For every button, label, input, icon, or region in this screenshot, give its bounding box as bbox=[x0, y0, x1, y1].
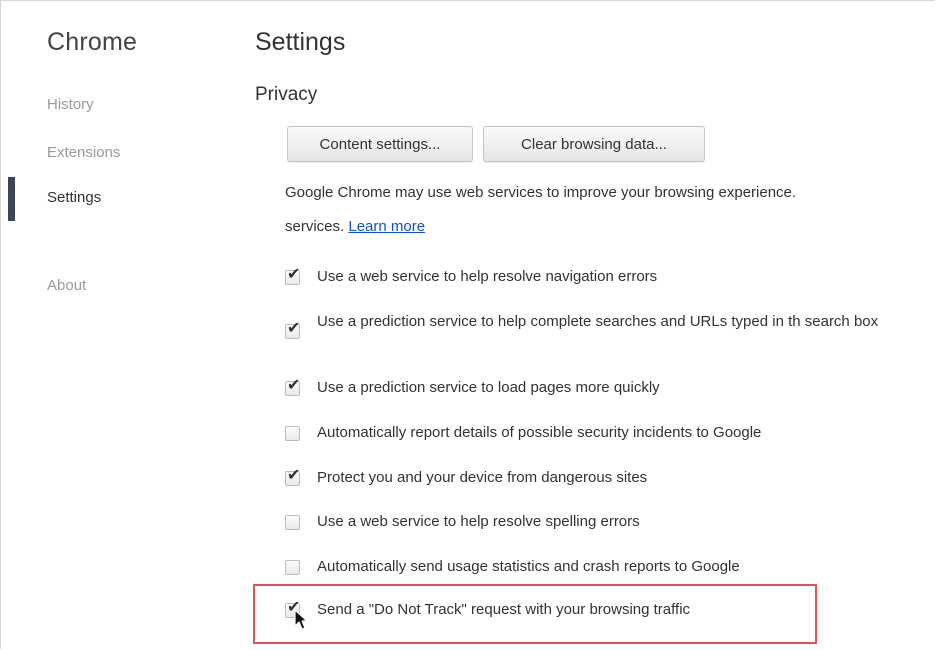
content-settings-button[interactable]: Content settings... bbox=[287, 126, 473, 162]
checkbox[interactable]: ✔ bbox=[285, 266, 300, 285]
sidebar: Chrome History Extensions Settings About bbox=[1, 1, 231, 649]
mouse-pointer-icon bbox=[294, 609, 308, 630]
clear-browsing-data-button[interactable]: Clear browsing data... bbox=[483, 126, 705, 162]
main-content: Settings Privacy Content settings... Cle… bbox=[255, 1, 935, 649]
checkbox[interactable] bbox=[285, 515, 300, 530]
option-label: Use a web service to help resolve naviga… bbox=[317, 268, 658, 285]
option-label: Protect you and your device from dangero… bbox=[317, 469, 648, 486]
checkbox[interactable]: ✔ bbox=[285, 320, 300, 339]
privacy-description: Google Chrome may use web services to im… bbox=[285, 184, 797, 201]
active-nav-indicator bbox=[8, 177, 15, 221]
settings-window: Chrome History Extensions Settings About… bbox=[0, 0, 935, 649]
highlight-box bbox=[253, 584, 817, 644]
sidebar-item-extensions[interactable]: Extensions bbox=[47, 144, 120, 161]
checkmark-icon: ✔ bbox=[287, 318, 301, 337]
checkbox[interactable] bbox=[285, 560, 300, 575]
page-title: Settings bbox=[255, 28, 346, 56]
sidebar-brand: Chrome bbox=[47, 28, 138, 56]
checkbox[interactable]: ✔ bbox=[285, 467, 300, 486]
checkmark-icon: ✔ bbox=[287, 375, 301, 394]
privacy-description-services: services. bbox=[285, 218, 345, 235]
option-label: Use a prediction service to help complet… bbox=[317, 313, 879, 330]
section-title-privacy: Privacy bbox=[255, 84, 318, 105]
privacy-description-line2: services. Learn more bbox=[285, 218, 425, 235]
sidebar-item-settings[interactable]: Settings bbox=[47, 189, 101, 206]
sidebar-item-history[interactable]: History bbox=[47, 96, 94, 113]
option-label: Use a prediction service to load pages m… bbox=[317, 379, 660, 396]
option-label: Automatically send usage statistics and … bbox=[317, 558, 740, 575]
checkbox[interactable]: ✔ bbox=[285, 377, 300, 396]
option-label: Use a web service to help resolve spelli… bbox=[317, 513, 640, 530]
checkmark-icon: ✔ bbox=[287, 465, 301, 484]
sidebar-item-about[interactable]: About bbox=[47, 277, 86, 294]
learn-more-link[interactable]: Learn more bbox=[348, 218, 425, 235]
option-label: Automatically report details of possible… bbox=[317, 424, 762, 441]
checkbox[interactable] bbox=[285, 426, 300, 441]
checkmark-icon: ✔ bbox=[287, 264, 301, 283]
